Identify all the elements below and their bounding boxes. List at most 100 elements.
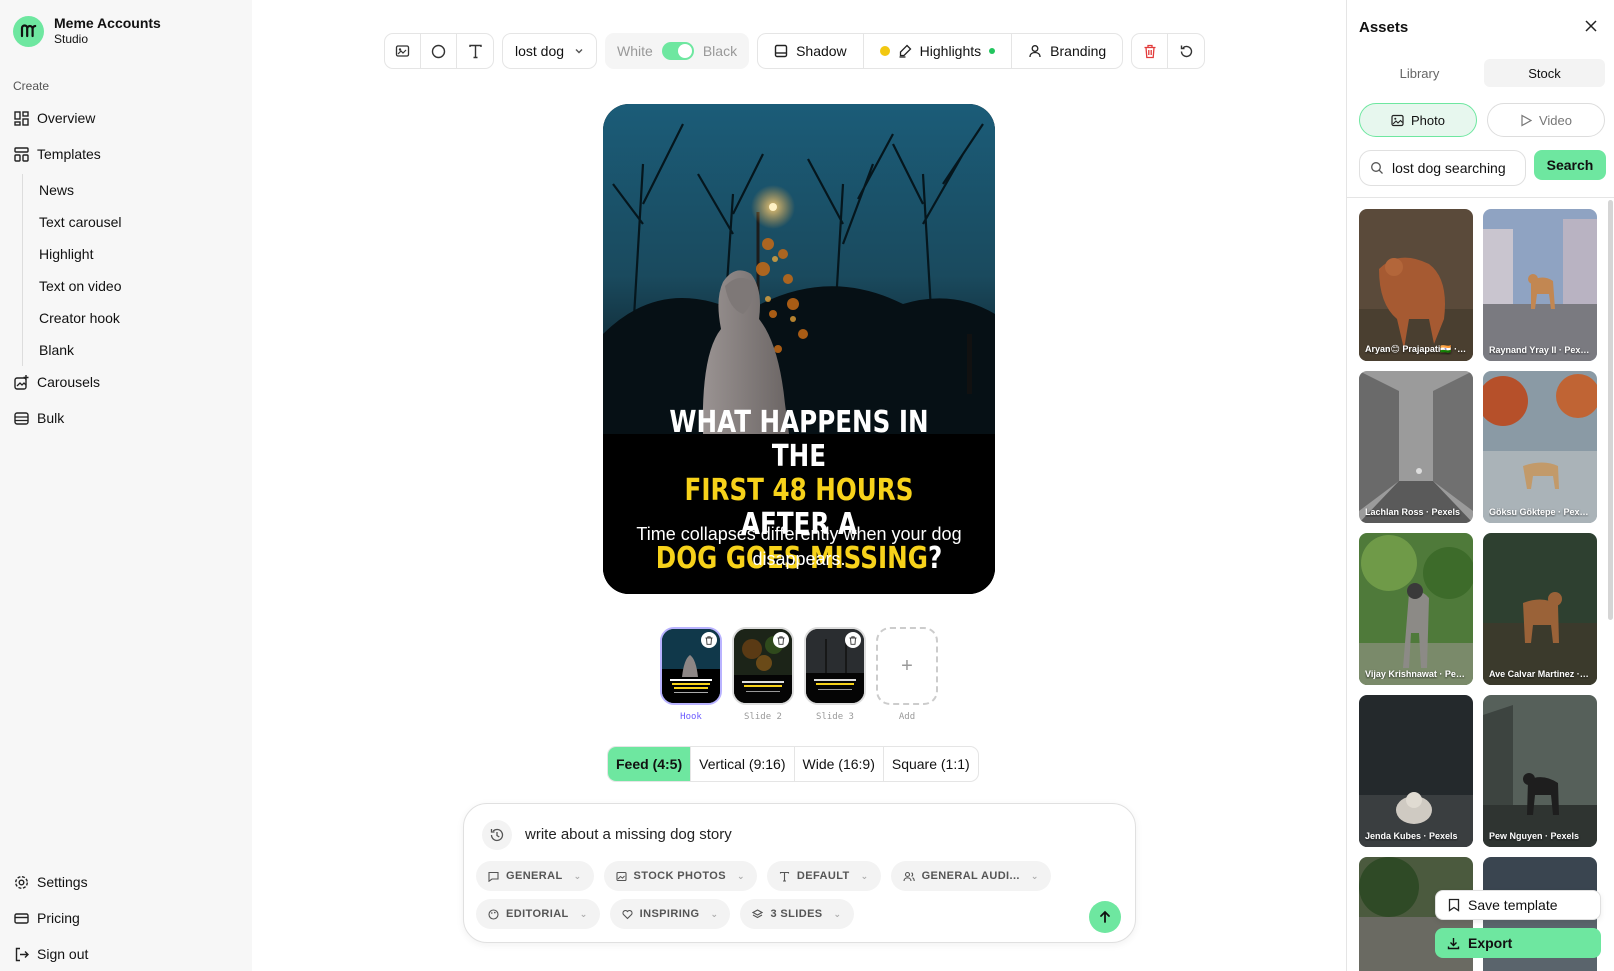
- plus-icon: +: [876, 627, 938, 705]
- sidebar-item-templates[interactable]: Templates: [13, 146, 101, 162]
- chip-category[interactable]: GENERAL ⌄: [476, 861, 594, 891]
- sidebar-subitem-news[interactable]: News: [23, 174, 222, 206]
- photo-thumbnail: [1483, 533, 1597, 685]
- search-button[interactable]: Search: [1534, 150, 1606, 180]
- stock-search-field[interactable]: [1359, 150, 1526, 186]
- photo-credit: Aryan😊 Prajapati🇮🇳 · Pexels: [1365, 344, 1467, 354]
- topic-select[interactable]: lost dog: [502, 33, 598, 69]
- slide-thumb-3[interactable]: Slide 3: [804, 627, 866, 722]
- chip-media-source[interactable]: STOCK PHOTOS ⌄: [603, 861, 757, 891]
- photo-credit: Göksu Göktepe · Pexels: [1489, 507, 1591, 517]
- highlights-label: Highlights: [919, 43, 982, 59]
- save-template-button[interactable]: Save template: [1435, 890, 1601, 920]
- chip-label: DEFAULT: [796, 870, 850, 882]
- sidebar-item-label: Carousels: [37, 374, 101, 390]
- stock-photo-tile[interactable]: Pew Nguyen · Pexels: [1483, 695, 1597, 847]
- highlights-button[interactable]: Highlights: [864, 34, 1013, 68]
- grid-icon: [13, 110, 29, 126]
- delete-slide-button[interactable]: [773, 632, 789, 648]
- branding-button[interactable]: Branding: [1012, 34, 1122, 68]
- sidebar-subitem-creator-hook[interactable]: Creator hook: [23, 302, 222, 334]
- aspect-feed[interactable]: Feed (4:5): [608, 747, 692, 781]
- sidebar-subitem-text-on-video[interactable]: Text on video: [23, 270, 222, 302]
- sidebar-subitem-blank[interactable]: Blank: [23, 334, 222, 366]
- slide-label: Slide 2: [744, 712, 782, 722]
- color-switch[interactable]: [661, 42, 694, 60]
- reset-button[interactable]: [1168, 34, 1204, 68]
- brand[interactable]: Meme Accounts Studio: [13, 15, 161, 47]
- photo-credit: Ave Calvar Martinez · Pexels: [1489, 669, 1591, 679]
- stock-photo-tile[interactable]: Göksu Göktepe · Pexels: [1483, 371, 1597, 523]
- table-icon: [13, 410, 29, 426]
- media-video-label: Video: [1538, 112, 1572, 128]
- shadow-button[interactable]: Shadow: [758, 34, 864, 68]
- sidebar-item-overview[interactable]: Overview: [13, 110, 95, 126]
- delete-slide-button[interactable]: [845, 632, 861, 648]
- insert-shape-button[interactable]: [421, 34, 457, 68]
- editor-main: lost dog White Black Shadow Highlights B…: [252, 0, 1346, 971]
- chip-font[interactable]: DEFAULT ⌄: [766, 861, 881, 891]
- delete-button[interactable]: [1132, 34, 1169, 68]
- slide-thumb-2[interactable]: Slide 2: [732, 627, 794, 722]
- toggle-label-white: White: [617, 43, 653, 59]
- divider: [1347, 197, 1614, 198]
- stock-photo-tile[interactable]: Vijay Krishnawat · Pexels: [1359, 533, 1473, 685]
- slide-label: Slide 3: [816, 712, 854, 722]
- search-icon: [1371, 162, 1383, 174]
- save-template-label: Save template: [1468, 897, 1558, 913]
- sidebar-item-label: Settings: [37, 874, 88, 890]
- stock-photo-tile[interactable]: Lachlan Ross · Pexels: [1359, 371, 1473, 523]
- sidebar-subitem-highlight[interactable]: Highlight: [23, 238, 222, 270]
- download-icon: [1447, 937, 1460, 949]
- users-icon: [903, 871, 915, 881]
- photo-credit: Lachlan Ross · Pexels: [1365, 507, 1461, 517]
- assets-scrollbar[interactable]: [1608, 200, 1613, 620]
- text-icon: [468, 44, 482, 58]
- photo-thumbnail: [1483, 209, 1597, 361]
- slide-canvas[interactable]: WHAT HAPPENS IN THE FIRST 48 HOURS AFTER…: [603, 104, 995, 594]
- sidebar-item-bulk[interactable]: Bulk: [13, 410, 64, 426]
- text-color-toggle[interactable]: White Black: [605, 33, 750, 69]
- export-button[interactable]: Export: [1435, 928, 1601, 958]
- prompt-input[interactable]: write about a missing dog story: [525, 826, 732, 843]
- prompt-options-row-2: EDITORIAL ⌄ INSPIRING ⌄ 3 SLIDES ⌄: [476, 899, 854, 929]
- insert-image-button[interactable]: [385, 34, 421, 68]
- aspect-square[interactable]: Square (1:1): [884, 747, 978, 781]
- slide-subtext[interactable]: Time collapses differently when your dog…: [623, 522, 975, 572]
- stock-search-input[interactable]: [1392, 160, 1512, 176]
- delete-slide-button[interactable]: [701, 632, 717, 648]
- export-label: Export: [1468, 935, 1513, 951]
- aspect-wide[interactable]: Wide (16:9): [795, 747, 884, 781]
- stock-photo-tile[interactable]: Aryan😊 Prajapati🇮🇳 · Pexels: [1359, 209, 1473, 361]
- stock-photo-tile[interactable]: Raynand Yray II · Pexels: [1483, 209, 1597, 361]
- slide-thumb-hook[interactable]: Hook: [660, 627, 722, 722]
- image-icon: [1391, 114, 1404, 126]
- stock-photo-tile[interactable]: Ave Calvar Martinez · Pexels: [1483, 533, 1597, 685]
- sidebar-subitem-text-carousel[interactable]: Text carousel: [23, 206, 222, 238]
- chip-style[interactable]: EDITORIAL ⌄: [476, 899, 600, 929]
- tab-stock[interactable]: Stock: [1484, 59, 1605, 87]
- branding-label: Branding: [1050, 43, 1107, 59]
- sidebar-item-carousels[interactable]: Carousels: [13, 374, 100, 390]
- sidebar-item-sign-out[interactable]: Sign out: [13, 946, 88, 962]
- close-icon[interactable]: [1584, 19, 1600, 35]
- aspect-vertical[interactable]: Vertical (9:16): [691, 747, 795, 781]
- tab-library[interactable]: Library: [1359, 59, 1480, 87]
- sidebar-item-pricing[interactable]: Pricing: [13, 910, 80, 926]
- sidebar-item-label: Pricing: [37, 910, 80, 926]
- chip-audience[interactable]: GENERAL AUDI... ⌄: [890, 861, 1051, 891]
- media-photo-button[interactable]: Photo: [1359, 103, 1477, 137]
- history-icon[interactable]: [482, 820, 512, 850]
- palette-icon: [488, 908, 499, 920]
- chip-slide-count[interactable]: 3 SLIDES ⌄: [740, 899, 854, 929]
- send-button[interactable]: [1089, 901, 1121, 933]
- sidebar-item-settings[interactable]: Settings: [13, 874, 88, 890]
- chip-tone[interactable]: INSPIRING ⌄: [609, 899, 731, 929]
- insert-text-button[interactable]: [457, 34, 493, 68]
- media-video-button[interactable]: Video: [1487, 103, 1605, 137]
- assets-title: Assets: [1359, 19, 1409, 36]
- chip-label: GENERAL: [506, 870, 563, 882]
- stock-photo-tile[interactable]: Jenda Kubes · Pexels: [1359, 695, 1473, 847]
- message-icon: [488, 871, 499, 882]
- add-slide-button[interactable]: + Add: [876, 627, 938, 722]
